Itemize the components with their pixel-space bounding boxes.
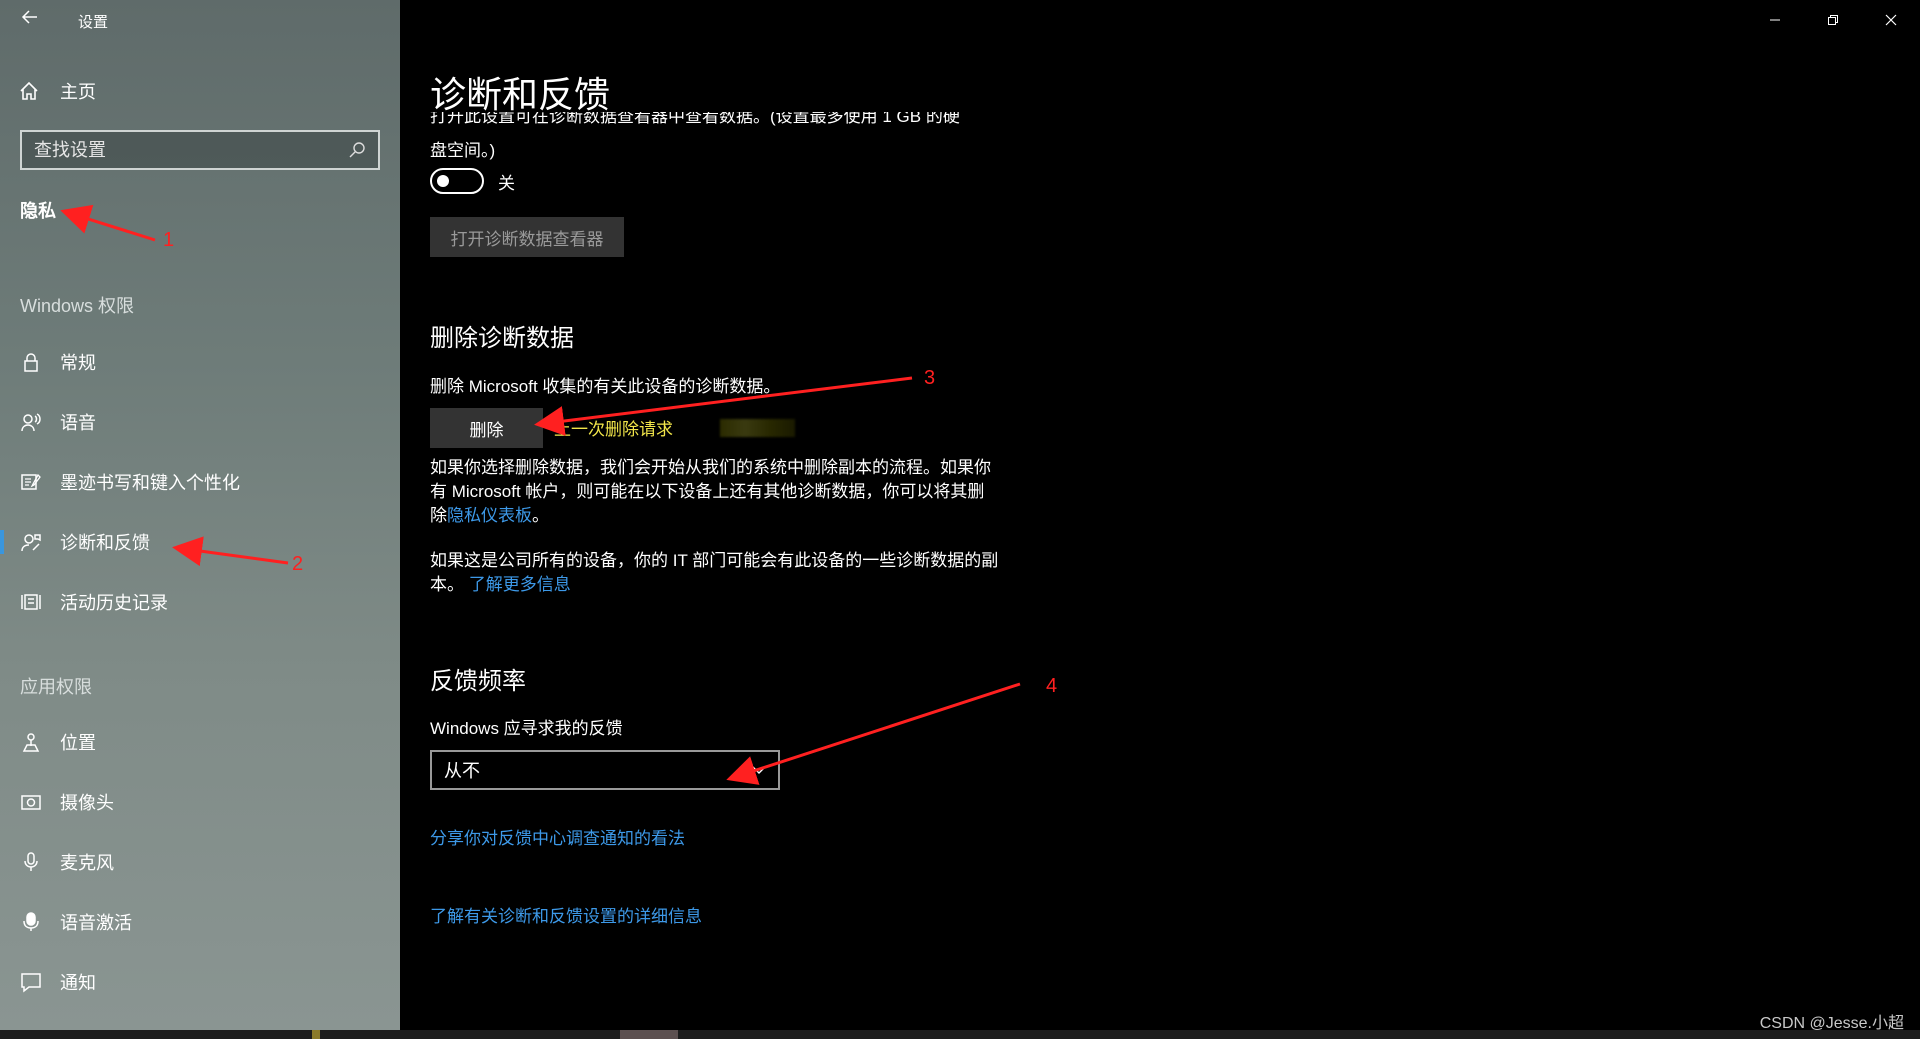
- taskbar-marker: [312, 1030, 320, 1039]
- delete-section-heading: 删除诊断数据: [430, 325, 574, 352]
- learn-diagnostics-link[interactable]: 了解有关诊断和反馈设置的详细信息: [430, 905, 1010, 929]
- taskbar-marker: [620, 1030, 678, 1039]
- dropdown-selected-value: 从不: [444, 761, 480, 781]
- feedback-section-heading: 反馈频率: [430, 668, 526, 695]
- sidebar-item-inking-typing[interactable]: 墨迹书写和键入个性化: [0, 457, 400, 507]
- feedback-frequency-label: Windows 应寻求我的反馈: [430, 719, 623, 738]
- main-panel: 诊断和反馈 打开此设置可在诊断数据查看器中查看数据。(设置最多使用 1 GB 的…: [400, 0, 1920, 1032]
- search-box[interactable]: [20, 130, 380, 170]
- title-bar: 设置: [0, 0, 400, 40]
- viewer-description-line2: 盘空间。): [430, 141, 496, 160]
- sidebar-item-label: 墨迹书写和键入个性化: [60, 473, 240, 493]
- toggle-state-label: 关: [498, 173, 515, 193]
- sidebar-item-microphone[interactable]: 麦克风: [0, 837, 400, 887]
- speech-icon: [21, 413, 41, 432]
- sidebar-item-notifications[interactable]: 通知: [0, 957, 400, 1007]
- microphone-icon: [24, 852, 38, 871]
- location-icon: [22, 733, 40, 752]
- taskbar-strip: [0, 1030, 1920, 1039]
- sidebar-item-label: 活动历史记录: [60, 593, 168, 613]
- search-icon[interactable]: [348, 141, 366, 159]
- home-nav-item[interactable]: 主页: [18, 76, 96, 106]
- delete-button[interactable]: 删除: [430, 408, 543, 448]
- sidebar-item-label: 麦克风: [60, 853, 114, 873]
- viewer-description-text: 打开此设置可在诊断数据查看器中查看数据。(设置最多使用 1 GB 的硬: [430, 112, 960, 126]
- activity-history-icon: [21, 594, 41, 610]
- viewer-toggle-row: 关: [430, 168, 515, 194]
- close-icon[interactable]: [1862, 0, 1920, 40]
- sidebar-item-label: 语音激活: [60, 913, 132, 933]
- delete-info-paragraph: 如果你选择删除数据，我们会开始从我们的系统中删除副本的流程。如果你有 Micro…: [430, 456, 1000, 528]
- chevron-down-icon: [752, 766, 766, 774]
- window-controls: [1746, 0, 1920, 40]
- page-title: 诊断和反馈: [430, 74, 611, 115]
- sidebar-item-label: 位置: [60, 733, 96, 753]
- sidebar-item-general[interactable]: 常规: [0, 337, 400, 387]
- section-app-permissions: 应用权限: [20, 677, 92, 697]
- sidebar-item-voice-activation[interactable]: 语音激活: [0, 897, 400, 947]
- sidebar-item-label: 摄像头: [60, 793, 114, 813]
- sidebar-item-activity-history[interactable]: 活动历史记录: [0, 577, 400, 627]
- company-device-paragraph: 如果这是公司所有的设备，你的 IT 部门可能会有此设备的一些诊断数据的副本。 了…: [430, 549, 1000, 597]
- sidebar-item-camera[interactable]: 摄像头: [0, 777, 400, 827]
- sidebar: 设置 主页 隐私 Windows 权限 常规 语音 墨迹书写和键入个性化 诊断和…: [0, 0, 400, 1030]
- lock-icon: [24, 353, 38, 372]
- share-feedback-link[interactable]: 分享你对反馈中心调查通知的看法: [430, 827, 1010, 851]
- toggle-knob: [437, 175, 449, 187]
- voice-activation-icon: [23, 912, 39, 931]
- home-icon: [20, 81, 38, 100]
- delete-info-end: 。: [532, 506, 549, 525]
- diagnostic-viewer-toggle[interactable]: [430, 168, 484, 194]
- ink-typing-icon: [21, 473, 41, 490]
- restore-icon[interactable]: [1804, 0, 1862, 40]
- minimize-icon[interactable]: [1746, 0, 1804, 40]
- category-title: 隐私: [20, 201, 56, 221]
- privacy-dashboard-link[interactable]: 隐私仪表板: [447, 506, 532, 525]
- delete-description: 删除 Microsoft 收集的有关此设备的诊断数据。: [430, 377, 781, 396]
- sidebar-item-label: 诊断和反馈: [60, 533, 150, 553]
- diagnostics-feedback-icon: [21, 534, 41, 552]
- notification-icon: [21, 973, 41, 993]
- sidebar-item-label: 通知: [60, 973, 96, 993]
- sidebar-item-label: 常规: [60, 353, 96, 373]
- search-input[interactable]: [34, 139, 348, 161]
- sidebar-item-label: 语音: [60, 413, 96, 433]
- open-diagnostic-viewer-button[interactable]: 打开诊断数据查看器: [430, 217, 624, 257]
- camera-icon: [21, 795, 41, 810]
- app-title: 设置: [78, 14, 109, 31]
- feedback-frequency-dropdown[interactable]: 从不: [430, 750, 780, 790]
- sidebar-item-location[interactable]: 位置: [0, 717, 400, 767]
- sidebar-item-speech[interactable]: 语音: [0, 397, 400, 447]
- last-delete-request: 上一次删除请求: [554, 420, 673, 439]
- back-arrow-icon[interactable]: [14, 6, 46, 34]
- learn-more-link[interactable]: 了解更多信息: [469, 575, 571, 594]
- redacted-timestamp: [720, 419, 795, 437]
- home-label: 主页: [60, 82, 96, 102]
- viewer-description-clipped: 打开此设置可在诊断数据查看器中查看数据。(设置最多使用 1 GB 的硬: [430, 112, 1010, 134]
- section-windows-permissions: Windows 权限: [20, 296, 135, 316]
- sidebar-item-diagnostics-feedback[interactable]: 诊断和反馈: [0, 517, 400, 567]
